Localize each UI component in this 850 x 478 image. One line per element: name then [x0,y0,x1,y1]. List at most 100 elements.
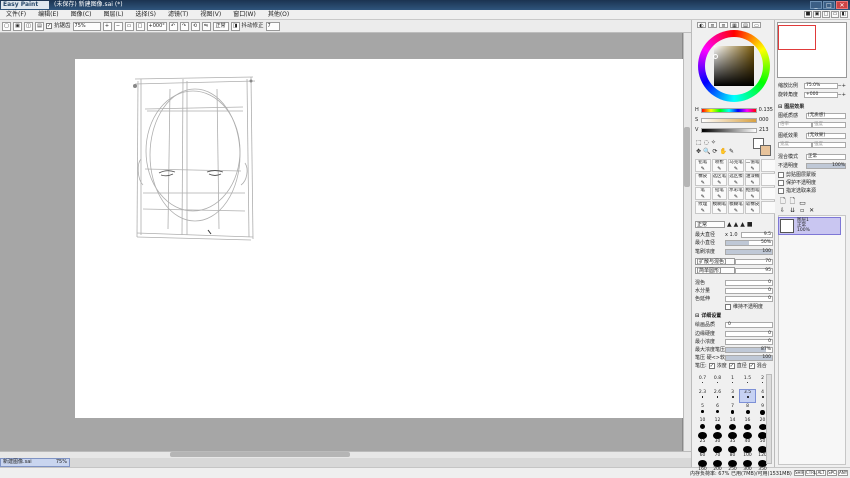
brush-tool-slot[interactable]: 纹理 ✎ [695,201,711,214]
clip-checkbox[interactable] [778,171,784,178]
brush-size-scrollbar[interactable] [766,374,772,464]
flip-icon[interactable]: ⇋ [201,21,211,31]
brush-size-option[interactable]: 0.8 [710,376,725,388]
mode-icon[interactable]: ◨ [230,21,240,31]
layer-list[interactable] [778,215,846,465]
eyedropper-icon[interactable]: ✎ [729,148,734,155]
menu-file[interactable]: 文件(F) [0,10,32,20]
zoom-out-icon[interactable]: − [113,21,123,31]
brush-size-option[interactable]: 7 [725,404,740,416]
brush-size-option[interactable]: 2.3 [695,390,710,402]
min-size-field[interactable]: 50% [725,239,773,246]
brush-size-option[interactable]: 12 [710,418,725,430]
brush-tool-slot[interactable]: 选区擦 ✎ [728,173,744,186]
brush-tool-slot[interactable]: 马克笔 ✎ [728,159,744,172]
brush-shape-icon-1[interactable]: ▲ [727,221,732,228]
brush-mode-select[interactable]: 正常 [695,221,725,228]
brush-size-option[interactable]: 10 [695,418,710,430]
rgb-slider-tab[interactable]: ≡ [708,22,717,29]
brush-tool-slot[interactable]: 油漆桶 ✎ [744,173,761,186]
zoom-select[interactable]: 75% [72,21,101,31]
swatch-tab[interactable]: ▤ [741,22,750,29]
brush-tool-slot[interactable]: 水彩笔 ✎ [728,187,744,200]
zoom-reset-icon[interactable]: □ [135,21,145,31]
anti-alias-checkbox[interactable]: ✓ [46,23,52,29]
value-slider[interactable] [701,127,757,133]
panel-toggle-3[interactable]: □ [822,11,830,18]
density-field[interactable]: 100 [725,248,773,255]
hsv-slider-tab[interactable]: ≡ [719,22,728,29]
rect-select-icon[interactable]: ⬚ [696,139,702,146]
brush-size-option[interactable]: 40 [740,432,755,444]
rotate-right-icon[interactable]: ↷ [179,21,189,31]
brush-tool-slot[interactable]: 橡皮 ✎ [695,173,711,186]
panel-toggle-5[interactable]: ◧ [840,11,848,18]
zoom-in-icon[interactable]: + [102,21,112,31]
blend-mode-select[interactable]: 正常 [806,153,846,160]
scratch-pad-tab[interactable]: ▭ [752,22,761,29]
zoom-icon[interactable]: 🔍 [703,148,710,155]
brush-shape-icon-4[interactable]: ■ [747,221,753,228]
invert-icon[interactable]: ◫ [24,21,33,31]
extended-field[interactable]: 70 [735,258,773,265]
protect-checkbox[interactable] [778,179,784,186]
color-palette-tab[interactable]: ▦ [730,22,739,29]
brush-size-option[interactable]: 8 [740,404,755,416]
effect-select[interactable]: [无效果] [806,132,846,139]
color-picker-cursor[interactable] [713,54,718,59]
brush-shape-icon-3[interactable]: ▲ [740,221,745,228]
color-extend-field[interactable]: 0 [725,295,773,302]
effect-width-field[interactable]: 宽度 [778,141,812,148]
brush-size-option[interactable]: 3 [725,390,740,402]
brush-shape-icon-2[interactable]: ▲ [734,221,739,228]
brush-size-option[interactable]: 300 [740,460,755,472]
hand-icon[interactable]: ✋ [720,148,727,155]
texture-select[interactable]: [无质感] [806,112,846,119]
menu-view[interactable]: 视图(V) [194,10,227,20]
nav-zoom-plus[interactable]: + [842,83,846,89]
nav-zoom-field[interactable]: 75.0% [804,82,838,89]
clear-layer-icon[interactable]: ▫ [800,207,804,214]
menu-image[interactable]: 图像(C) [65,10,98,20]
saturation-slider[interactable] [701,117,757,123]
brush-size-option[interactable]: 3.5 [739,389,756,403]
menu-select[interactable]: 选择(S) [130,10,163,20]
pressure-density-checkbox[interactable]: ✓ [708,362,715,369]
merge-down-icon[interactable]: ⇊ [790,207,795,214]
select-all-icon[interactable]: ▢ [2,21,11,31]
brush-tool-slot[interactable]: 选区笔 ✎ [711,173,728,186]
new-folder-icon[interactable]: ▭ [799,199,806,207]
brush-tool-slot[interactable]: 软橡皮 ✎ [744,201,761,214]
maximize-button[interactable]: □ [823,1,835,9]
texture-scale-field[interactable]: 倍率 [778,121,812,128]
brush-size-option[interactable]: 60 [695,446,710,458]
detail-section-header[interactable]: ⊟ 详细设置 [695,312,773,320]
brush-size-option[interactable]: 80 [725,446,740,458]
water-field[interactable]: 0 [725,287,773,294]
brush-size-option[interactable]: 25 [695,432,710,444]
opacity-field[interactable]: 100% [806,162,846,169]
max-size-multiplier[interactable]: x 1.0 [725,232,741,238]
nav-rotate-right[interactable]: + [842,92,846,98]
brush-size-option[interactable]: 2.6 [710,390,725,402]
canvas-vertical-scroll-thumb[interactable] [684,127,690,187]
file-tab[interactable]: 新建图像.sai 75% [0,458,70,467]
brush-size-option[interactable]: 14 [725,418,740,430]
quality-select[interactable]: 0 [725,321,773,328]
hue-slider[interactable] [700,107,757,113]
mix-field[interactable]: 0 [725,279,773,286]
stabilizer-select[interactable]: 7 [265,21,280,31]
layer-thumbnail[interactable] [780,219,794,233]
brush-size-option[interactable]: 6 [710,404,725,416]
rotate-reset-icon[interactable]: ⟲ [190,21,200,31]
brush-size-option[interactable]: 16 [740,418,755,430]
brush-size-option[interactable]: 30 [710,432,725,444]
brush-tool-slot[interactable]: 铅笔 ✎ [695,159,711,172]
brush-size-option[interactable]: 1.5 [740,376,755,388]
shape-select[interactable]: [简单圆形] [695,267,735,274]
panel-toggle-2[interactable]: ▣ [813,11,821,18]
menu-window[interactable]: 窗口(W) [227,10,262,20]
menu-layer[interactable]: 图层(L) [98,10,130,20]
menu-edit[interactable]: 编辑(E) [32,10,64,20]
canvas-horizontal-scroll-thumb[interactable] [170,452,350,457]
